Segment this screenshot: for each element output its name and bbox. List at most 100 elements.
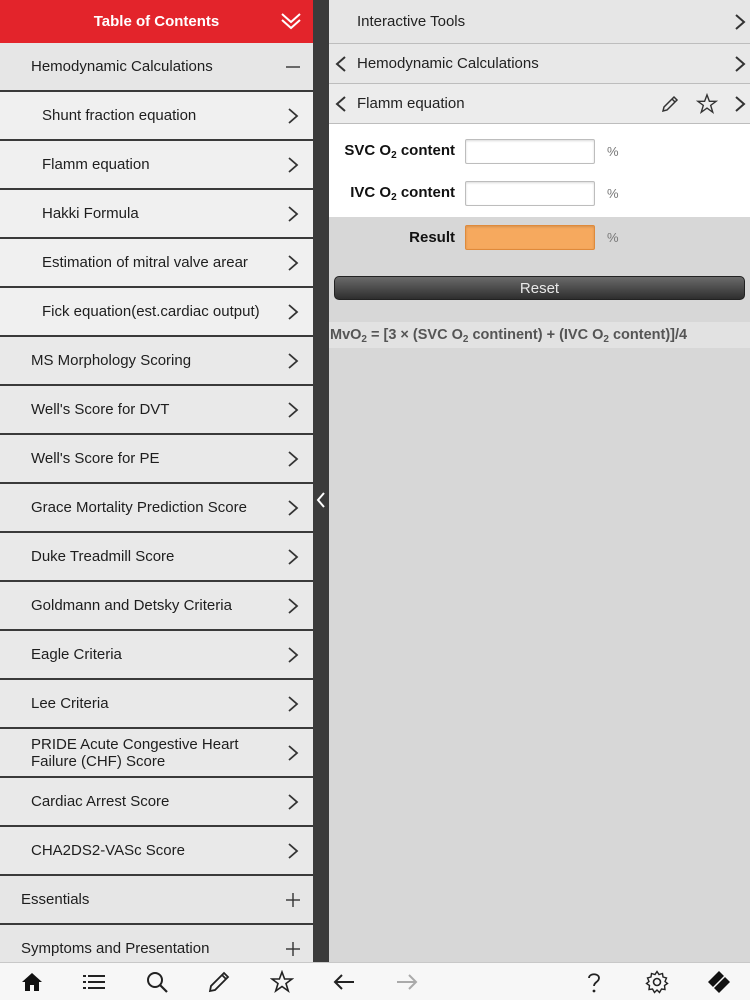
toc-item[interactable]: Lee Criteria bbox=[0, 680, 313, 729]
toc-item[interactable]: Well's Score for DVT bbox=[0, 386, 313, 435]
toc-item[interactable]: Goldmann and Detsky Criteria bbox=[0, 582, 313, 631]
chevron-right-icon bbox=[288, 303, 299, 320]
nav-flamm-label: Flamm equation bbox=[357, 95, 465, 112]
ivc-row: IVC O2 content % bbox=[329, 179, 750, 207]
collapse-pane-icon[interactable] bbox=[316, 491, 326, 509]
chevron-right-icon bbox=[288, 156, 299, 173]
toc-item-label: Grace Mortality Prediction Score bbox=[31, 499, 247, 516]
toc-item-label: Hakki Formula bbox=[42, 205, 139, 222]
svc-row: SVC O2 content % bbox=[329, 137, 750, 165]
back-arrow-icon[interactable] bbox=[332, 970, 356, 994]
chevron-right-icon bbox=[288, 597, 299, 614]
result-field bbox=[465, 224, 595, 250]
search-icon[interactable] bbox=[145, 970, 169, 994]
bookmark-icon[interactable] bbox=[707, 970, 731, 994]
detail-pane: Interactive Tools Hemodynamic Calculatio… bbox=[329, 0, 750, 962]
nav-hemodynamic-label: Hemodynamic Calculations bbox=[357, 55, 539, 72]
toc-item-label: Well's Score for DVT bbox=[31, 401, 170, 418]
chevron-right-icon bbox=[288, 793, 299, 810]
formula-text: MvO2 = [3 × (SVC O2 continent) + (IVC O2… bbox=[329, 322, 750, 348]
toc-item-label: Cardiac Arrest Score bbox=[31, 793, 170, 810]
chevron-right-icon bbox=[288, 646, 299, 663]
nav-flamm-equation[interactable]: Flamm equation bbox=[329, 84, 750, 124]
toc-item[interactable]: Grace Mortality Prediction Score bbox=[0, 484, 313, 533]
chevron-right-icon bbox=[288, 254, 299, 271]
toc-item-label: Shunt fraction equation bbox=[42, 107, 197, 124]
chevron-right-icon bbox=[288, 695, 299, 712]
chevron-right-icon bbox=[735, 95, 746, 112]
chevron-right-icon bbox=[288, 401, 299, 418]
toc-item[interactable]: Eagle Criteria bbox=[0, 631, 313, 680]
table-of-contents-pane: Table of Contents Hemodynamic Calculatio… bbox=[0, 0, 313, 962]
toc-item-label: Symptoms and Presentation bbox=[21, 940, 210, 957]
chevron-right-icon bbox=[288, 107, 299, 124]
result-row: Result % bbox=[329, 223, 750, 251]
pencil-icon[interactable] bbox=[660, 94, 680, 114]
toc-item[interactable]: Cardiac Arrest Score bbox=[0, 778, 313, 827]
toc-item[interactable]: Hakki Formula bbox=[0, 190, 313, 239]
toc-item-label: CHA2DS2-VASc Score bbox=[31, 842, 185, 859]
star-icon[interactable] bbox=[270, 970, 294, 994]
ivc-input[interactable] bbox=[465, 180, 595, 206]
svc-input[interactable] bbox=[465, 138, 595, 164]
nav-interactive-tools-label: Interactive Tools bbox=[357, 13, 466, 30]
toc-item-label: Fick equation(est.cardiac output) bbox=[42, 303, 260, 320]
chevron-right-icon bbox=[288, 205, 299, 222]
nav-hemodynamic-calculations[interactable]: Hemodynamic Calculations bbox=[329, 44, 750, 84]
toc-item[interactable]: Duke Treadmill Score bbox=[0, 533, 313, 582]
toc-item-label: Hemodynamic Calculations bbox=[31, 58, 213, 75]
forward-arrow-icon[interactable] bbox=[395, 970, 419, 994]
toc-item[interactable]: Symptoms and Presentation bbox=[0, 925, 313, 962]
toc-item-label: PRIDE Acute Congestive Heart Failure (CH… bbox=[31, 735, 239, 770]
split-divider[interactable] bbox=[313, 0, 329, 962]
toc-item[interactable]: Well's Score for PE bbox=[0, 435, 313, 484]
toc-item-label: Goldmann and Detsky Criteria bbox=[31, 597, 232, 614]
toc-item[interactable]: CHA2DS2-VASc Score bbox=[0, 827, 313, 876]
expand-icon[interactable] bbox=[285, 941, 301, 957]
toc-item[interactable]: Estimation of mitral valve arear bbox=[0, 239, 313, 288]
chevron-left-icon[interactable] bbox=[335, 55, 347, 73]
chevron-right-icon bbox=[288, 744, 299, 761]
chevron-right-icon bbox=[288, 499, 299, 516]
toc-item-label: Flamm equation bbox=[42, 156, 150, 173]
expand-icon[interactable] bbox=[285, 892, 301, 908]
chevron-left-icon[interactable] bbox=[335, 95, 347, 113]
ivc-label: IVC O2 content bbox=[350, 183, 455, 203]
list-icon[interactable] bbox=[82, 970, 106, 994]
chevron-right-icon bbox=[288, 352, 299, 369]
toc-item-label: Duke Treadmill Score bbox=[31, 548, 175, 565]
toc-list: Hemodynamic Calculations Shunt fraction e… bbox=[0, 43, 313, 962]
chevron-right-icon bbox=[288, 548, 299, 565]
toc-item-label: Estimation of mitral valve arear bbox=[42, 254, 248, 271]
chevron-right-icon bbox=[735, 55, 746, 72]
toc-item[interactable]: Hemodynamic Calculations bbox=[0, 43, 313, 92]
help-icon[interactable] bbox=[582, 970, 606, 994]
toc-item[interactable]: Fick equation(est.cardiac output) bbox=[0, 288, 313, 337]
toc-item[interactable]: MS Morphology Scoring bbox=[0, 337, 313, 386]
result-label: Result bbox=[409, 228, 455, 246]
toc-item[interactable]: Essentials bbox=[0, 876, 313, 925]
gear-icon[interactable] bbox=[645, 970, 669, 994]
svc-label: SVC O2 content bbox=[344, 141, 455, 161]
toc-item[interactable]: Flamm equation bbox=[0, 141, 313, 190]
reset-button[interactable]: Reset bbox=[334, 276, 745, 300]
result-unit: % bbox=[607, 229, 619, 245]
chevron-right-icon bbox=[288, 450, 299, 467]
toc-item-label: Lee Criteria bbox=[31, 695, 109, 712]
home-icon[interactable] bbox=[20, 970, 44, 994]
nav-interactive-tools[interactable]: Interactive Tools bbox=[329, 0, 750, 44]
toc-item[interactable]: Shunt fraction equation bbox=[0, 92, 313, 141]
ivc-unit: % bbox=[607, 185, 619, 201]
toc-item-label: Eagle Criteria bbox=[31, 646, 122, 663]
chevron-right-icon bbox=[735, 13, 746, 30]
collapse-all-icon[interactable] bbox=[279, 9, 303, 33]
toc-item[interactable]: PRIDE Acute Congestive Heart Failure (CH… bbox=[0, 729, 313, 778]
star-icon[interactable] bbox=[696, 93, 718, 115]
collapse-icon[interactable] bbox=[285, 59, 301, 75]
toc-item-label: Essentials bbox=[21, 891, 90, 908]
toc-title: Table of Contents bbox=[93, 13, 220, 30]
toc-header: Table of Contents bbox=[0, 0, 313, 43]
chevron-right-icon bbox=[288, 842, 299, 859]
bottom-toolbar bbox=[0, 962, 750, 1000]
pencil-icon[interactable] bbox=[207, 970, 231, 994]
